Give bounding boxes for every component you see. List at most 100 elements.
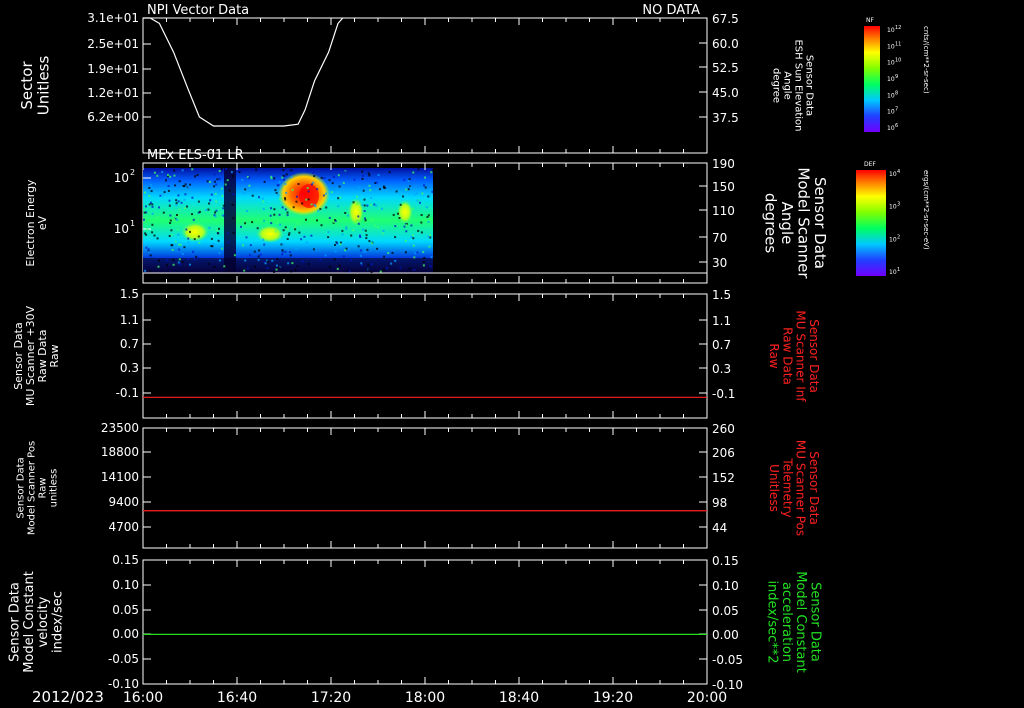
spectrogram-pixel <box>310 203 313 206</box>
spectrogram-pixel <box>165 259 168 262</box>
spectrogram-pixel <box>408 267 411 270</box>
spectrogram-pixel <box>381 232 384 235</box>
spectrogram-pixel <box>168 204 171 207</box>
spectrogram-pixel <box>174 189 177 192</box>
spectrogram-pixel <box>341 233 344 236</box>
spectrogram-pixel <box>325 206 328 209</box>
spectrogram-pixel <box>361 178 364 180</box>
spectrogram-pixel <box>274 189 277 192</box>
spectrogram-pixel <box>427 195 430 198</box>
p5-y-tick-label: 0.00 <box>112 627 139 641</box>
spectrogram-pixel <box>195 255 198 258</box>
spectrogram-pixel <box>328 179 331 182</box>
spectrogram-pixel <box>319 208 322 210</box>
spectrogram-pixel <box>390 262 393 265</box>
spectrogram-pixel <box>345 227 348 230</box>
panel-3-frame <box>142 293 708 419</box>
p2-y2label-line: Angle <box>778 202 796 245</box>
spectrogram-pixel <box>370 263 373 266</box>
p4-y2-tick-label: 44 <box>712 521 727 535</box>
spectrogram-pixel <box>218 252 221 255</box>
p4-y2label-line: MU Scanner Pos <box>794 440 808 536</box>
p5-y2-tick-label: -0.10 <box>712 678 743 692</box>
spectrogram-pixel <box>427 220 430 223</box>
spectrogram-pixel <box>263 243 266 246</box>
spectrogram-pixel <box>220 187 223 190</box>
p4-y-tick-label: 14100 <box>101 470 139 484</box>
spectrogram-pixel <box>233 254 236 257</box>
spectrogram-pixel <box>294 225 296 228</box>
spectrogram-pixel <box>336 267 339 270</box>
p1-ylabel-line: Sector <box>18 61 36 110</box>
spectrogram-pixel <box>357 222 360 225</box>
spectrogram-pixel <box>287 262 290 265</box>
spectrogram-pixel <box>394 236 397 239</box>
spectrogram-pixel <box>282 174 285 177</box>
spectrogram-pixel <box>332 220 335 223</box>
spectrogram-pixel <box>361 170 364 173</box>
spectrogram-pixel <box>371 218 374 221</box>
spectrogram-pixel <box>366 204 369 207</box>
spectrogram-pixel <box>377 174 380 176</box>
spectrogram-pixel <box>375 204 378 207</box>
spectrogram-pixel <box>256 227 259 230</box>
x-tick-label: 17:20 <box>311 690 351 706</box>
spectrogram-pixel <box>349 258 352 261</box>
spectrogram-pixel <box>181 260 184 263</box>
spectrogram-pixel <box>275 191 278 194</box>
spectrogram-pixel <box>419 201 421 204</box>
spectrogram-pixel <box>263 219 266 222</box>
spectrogram-pixel <box>292 206 295 209</box>
spectrogram-pixel <box>189 183 192 186</box>
spectrogram-pixel <box>186 205 188 208</box>
spectrogram-pixel <box>425 206 428 209</box>
spectrogram-pixel <box>198 210 201 213</box>
spectrogram-pixel <box>263 180 266 183</box>
spectrogram-pixel <box>307 198 310 201</box>
spectrogram-pixel <box>184 193 187 196</box>
spectrogram-pixel <box>338 185 341 188</box>
spectrogram-pixel <box>362 228 365 231</box>
p5-y2label-line: index/sec**2 <box>765 580 780 663</box>
spectrogram-pixel <box>409 186 412 189</box>
spectrogram-pixel <box>334 220 337 222</box>
p3-y-tick-label: -0.1 <box>116 386 139 400</box>
p5-y2label-line: acceleration <box>779 582 794 662</box>
p3-y-tick-label: 0.7 <box>120 337 139 351</box>
p1-y2label-line: Sensor Data <box>804 55 815 116</box>
spectrogram-pixel <box>183 207 186 210</box>
spectrogram-pixel <box>323 177 326 179</box>
spectrogram-pixel <box>410 236 413 238</box>
colorbar-nf-title: NF <box>866 17 874 24</box>
p2-y2label-line: degrees <box>761 193 779 254</box>
spectrogram-pixel <box>242 244 245 247</box>
spectrogram-pixel <box>248 254 251 257</box>
spectrogram-pixel <box>162 193 165 196</box>
spectrogram-pixel <box>181 186 184 189</box>
spectrogram-pixel <box>157 265 160 268</box>
spectrogram-pixel <box>284 226 287 229</box>
spectrogram-pixel <box>212 243 215 246</box>
spectrogram-pixel <box>187 241 190 244</box>
spectrogram-pixel <box>176 214 178 216</box>
p4-y2label-line: Telemetry <box>780 457 794 517</box>
spectrogram-pixel <box>185 228 188 231</box>
spectrogram-pixel <box>183 198 186 201</box>
spectrogram-pixel <box>310 234 313 237</box>
p2-y-tick-exp: 1 <box>130 219 135 228</box>
spectrogram-pixel <box>324 254 327 257</box>
spectrogram-pixel <box>404 239 407 242</box>
spectrogram-pixel <box>215 200 218 203</box>
spectrogram-pixel <box>365 237 368 240</box>
colorbar-tick-exp: 11 <box>895 41 901 47</box>
spectrogram-pixel <box>344 212 347 214</box>
spectrogram-pixel <box>246 267 249 270</box>
colorbar-tick-exp: 2 <box>897 234 900 240</box>
spectrogram-pixel <box>316 188 319 191</box>
colorbar-def-units: ergs/(cm**2-sr-sec-eV) <box>922 170 930 250</box>
spectrogram-pixel <box>158 206 160 209</box>
spectrogram-pixel <box>364 219 367 222</box>
spectrogram-pixel <box>423 256 426 259</box>
spectrogram-pixel <box>222 204 225 207</box>
spectrogram-pixel <box>412 244 415 247</box>
